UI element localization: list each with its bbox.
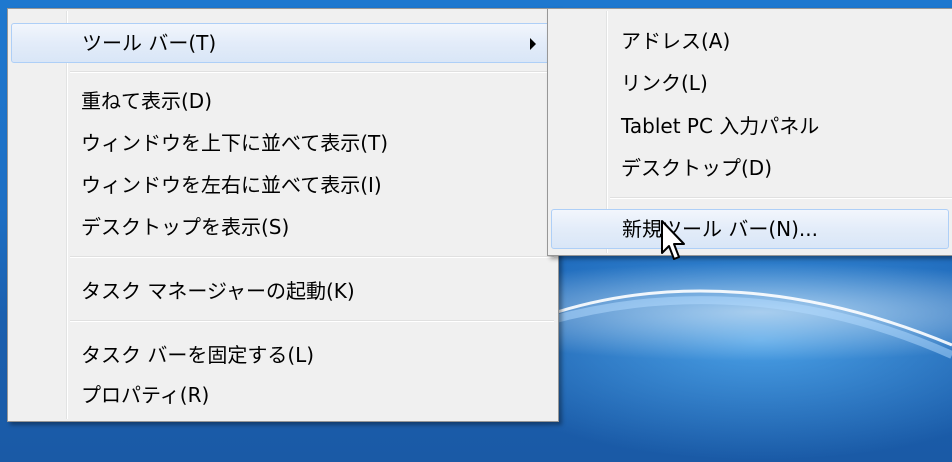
menu-item-label: 重ねて表示(D) <box>81 89 213 113</box>
menu-item-side-by-side[interactable]: ウィンドウを左右に並べて表示(I) <box>11 165 555 205</box>
menu-item-label: デスクトップ(D) <box>621 156 773 180</box>
menu-item-label: ウィンドウを上下に並べて表示(T) <box>81 131 389 155</box>
menu-separator <box>610 197 952 199</box>
menu-item-label: Tablet PC 入力パネル <box>621 114 820 138</box>
menu-separator <box>70 256 554 258</box>
menu-item-properties[interactable]: プロパティ(R) <box>11 375 555 415</box>
taskbar-context-menu: ツール バー(T) 重ねて表示(D) ウィンドウを上下に並べて表示(T) ウィン… <box>7 8 559 422</box>
menu-item-task-manager[interactable]: タスク マネージャーの起動(K) <box>11 271 555 311</box>
menu-item-label: 新規ツール バー(N)... <box>622 217 818 241</box>
submenu-item-address[interactable]: アドレス(A) <box>551 21 949 61</box>
menu-item-label: アドレス(A) <box>621 29 731 53</box>
menu-item-show-desktop[interactable]: デスクトップを表示(S) <box>11 207 555 247</box>
menu-item-lock-taskbar[interactable]: タスク バーを固定する(L) <box>11 335 555 375</box>
mouse-pointer-icon <box>661 220 685 260</box>
menu-item-toolbars[interactable]: ツール バー(T) <box>11 23 555 63</box>
menu-item-label: タスク バーを固定する(L) <box>81 343 315 367</box>
submenu-item-links[interactable]: リンク(L) <box>551 63 949 103</box>
submenu-item-tablet-pc-input-panel[interactable]: Tablet PC 入力パネル <box>551 106 949 146</box>
menu-item-stacked[interactable]: ウィンドウを上下に並べて表示(T) <box>11 123 555 163</box>
menu-item-label: デスクトップを表示(S) <box>81 215 290 239</box>
menu-item-label: プロパティ(R) <box>81 383 210 407</box>
menu-item-label: ウィンドウを左右に並べて表示(I) <box>81 173 382 197</box>
toolbars-submenu: アドレス(A) リンク(L) Tablet PC 入力パネル デスクトップ(D)… <box>547 8 952 256</box>
menu-item-label: タスク マネージャーの起動(K) <box>81 279 355 303</box>
menu-separator <box>70 320 554 322</box>
menu-item-label: ツール バー(T) <box>82 31 217 55</box>
submenu-item-new-toolbar[interactable]: 新規ツール バー(N)... <box>551 209 949 249</box>
menu-item-cascade[interactable]: 重ねて表示(D) <box>11 81 555 121</box>
menu-separator <box>70 71 554 73</box>
menu-item-label: リンク(L) <box>621 71 708 95</box>
submenu-item-desktop[interactable]: デスクトップ(D) <box>551 148 949 188</box>
wallpaper-light-streak <box>548 289 952 359</box>
chevron-right-icon <box>530 38 536 50</box>
